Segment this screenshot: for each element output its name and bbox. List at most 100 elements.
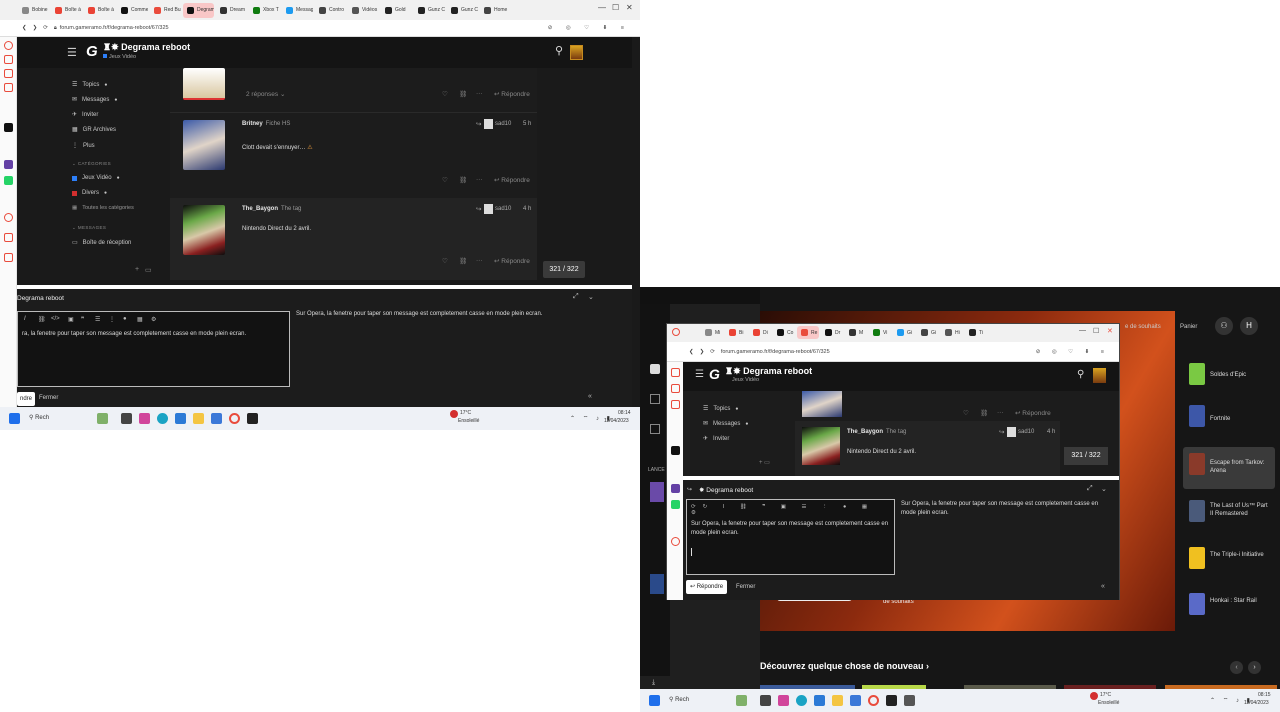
widgets-icon[interactable] — [736, 695, 747, 706]
prev-arrow-icon[interactable]: ‹ — [1230, 661, 1243, 674]
taskview-icon[interactable] — [121, 413, 132, 424]
collapse-icon[interactable]: ⌄ — [588, 293, 594, 301]
windows-start-icon[interactable] — [649, 695, 660, 706]
post-avatar[interactable] — [183, 205, 225, 255]
browser-tab[interactable]: Contro — [315, 3, 346, 18]
copilot-icon[interactable] — [139, 413, 150, 424]
browser-tab[interactable]: Di — [749, 326, 771, 339]
post-author[interactable]: Britney Fiche HS — [242, 121, 290, 127]
history-icon[interactable] — [4, 83, 13, 92]
back-icon[interactable]: ❮ — [689, 349, 694, 355]
reaction-user[interactable]: sad10 — [1018, 429, 1034, 435]
friends-icon[interactable]: ⚇ — [1215, 317, 1233, 335]
messages-header[interactable]: ⌄ MESSAGES — [72, 225, 106, 231]
close-editor-button[interactable]: Fermer — [39, 395, 58, 401]
avatar[interactable] — [1093, 368, 1106, 383]
sidebar-item-all[interactable]: ▦ Toutes les catégories — [72, 205, 134, 211]
taskbar-search[interactable]: ⚲ Rech — [29, 414, 49, 421]
maximize-icon[interactable]: ☐ — [612, 3, 619, 12]
reply-button[interactable]: ↩ Répondre — [494, 90, 530, 98]
taskbar-search[interactable]: ⚲ Rech — [669, 696, 689, 703]
windows-start-icon[interactable] — [9, 413, 20, 424]
category-label[interactable]: Jeux Vidéo — [103, 54, 136, 60]
game-thumb[interactable] — [1189, 363, 1205, 385]
reaction-avatar[interactable] — [1007, 427, 1016, 437]
link-icon[interactable]: ⛓ — [459, 176, 467, 184]
fullscreen-icon[interactable]: ⤢ — [573, 293, 579, 301]
game-thumb[interactable] — [1189, 405, 1205, 427]
like-icon[interactable]: ♡ — [442, 176, 448, 184]
reaction-user[interactable]: sad10 — [495, 121, 511, 127]
browser-tab[interactable]: Gi — [893, 326, 915, 339]
next-arrow-icon[interactable]: › — [1248, 661, 1261, 674]
app-icon[interactable] — [671, 446, 680, 455]
opera-icon[interactable] — [229, 413, 240, 424]
bookmark-icon[interactable] — [4, 69, 13, 78]
history-icon[interactable] — [671, 400, 680, 409]
submit-reply-button[interactable]: ndre — [17, 392, 36, 406]
image-icon[interactable]: ▣ — [68, 316, 74, 323]
more-options-icon[interactable]: ··· — [476, 176, 483, 183]
more-options-icon[interactable]: ··· — [476, 257, 483, 264]
link-icon[interactable]: ⛓ — [459, 257, 467, 265]
discover-heading[interactable]: Découvrez quelque chose de nouveau › — [760, 661, 929, 671]
like-icon[interactable]: ♡ — [963, 409, 969, 417]
menu-icon[interactable]: ☰ — [67, 46, 77, 59]
menu-icon[interactable]: ☰ — [695, 369, 704, 380]
library-icon[interactable] — [650, 394, 660, 404]
game-item[interactable]: Soldes d'Epic — [1210, 371, 1246, 379]
close-icon[interactable]: ✕ — [1107, 327, 1113, 335]
twitch-icon[interactable] — [671, 484, 680, 493]
sidebar-item-messages[interactable]: ✉ Messages ● — [72, 96, 117, 104]
like-icon[interactable]: ♡ — [442, 257, 448, 265]
whatsapp-icon[interactable] — [4, 176, 13, 185]
download-icon[interactable]: ⤓ — [652, 679, 655, 687]
store-icon[interactable] — [211, 413, 222, 424]
epic-icon[interactable] — [247, 413, 258, 424]
game-thumb[interactable] — [650, 574, 664, 594]
minimize-editor-icon[interactable]: « — [1101, 583, 1105, 590]
browser-tab[interactable]: Red Bu — [150, 3, 181, 18]
share-icon[interactable]: ↪ — [476, 120, 481, 128]
toolbar-icons[interactable]: ⊘ ◎ ♡ ⬇ ≡ — [1036, 349, 1109, 355]
copilot-icon[interactable] — [778, 695, 789, 706]
forward-icon[interactable]: ❯ — [33, 25, 38, 31]
browser-tab[interactable]: Gunz C — [414, 3, 445, 18]
unreal-icon[interactable] — [650, 424, 660, 434]
browser-tab[interactable]: Vidéos — [348, 3, 379, 18]
game-thumb[interactable] — [1189, 453, 1205, 475]
reaction-avatar[interactable] — [484, 119, 493, 129]
browser-tab[interactable]: Bobine — [18, 3, 49, 18]
post-avatar[interactable] — [183, 120, 225, 170]
toolbar-icons[interactable]: ⊘ ◎ ♡ ⬇ ≡ — [548, 25, 630, 31]
browser-tab[interactable]: Degrama — [183, 2, 214, 18]
gameramo-logo-icon[interactable]: G — [709, 366, 720, 382]
more-icon[interactable] — [4, 253, 13, 262]
search-icon[interactable]: ⚲ — [1077, 369, 1084, 380]
editor-textarea[interactable]: ⟳↻ I ⛓ ❞ ▣ ☰ ⋮ ● ▦ ⚙ Sur Opera, la fenet… — [686, 499, 895, 575]
browser-tab[interactable]: Hi — [941, 326, 963, 339]
sidebar-item-jeux[interactable]: Jeux Vidéo ● — [72, 175, 120, 181]
browser-tab[interactable]: M — [845, 326, 867, 339]
search-icon[interactable]: ⚲ — [555, 44, 563, 57]
fullscreen-icon[interactable]: ⤢ — [1087, 485, 1093, 493]
whatsapp-icon[interactable] — [671, 500, 680, 509]
game-thumb[interactable] — [650, 482, 664, 502]
opera-logo-icon[interactable] — [4, 41, 13, 50]
editor-textarea[interactable]: I ⛓ </> ▣ ❞ ☰ ⋮ ● ▦ ⚙ ra, la fenetre pou… — [17, 311, 290, 387]
ordered-list-icon[interactable]: ⋮ — [109, 316, 115, 323]
list-icon[interactable]: ☰ — [95, 316, 100, 323]
browser-tab[interactable]: Home — [480, 3, 511, 18]
post-avatar[interactable] — [802, 391, 842, 417]
browser-tab[interactable]: Bi — [725, 326, 747, 339]
game-thumb[interactable] — [1189, 593, 1205, 615]
page-counter[interactable]: 321 / 322 — [543, 261, 585, 278]
sidebar-item-invite[interactable]: ✈ Inviter — [703, 435, 729, 443]
add-icon[interactable]: + ▭ — [759, 459, 770, 466]
bookmark-icon[interactable] — [671, 384, 680, 393]
link-icon[interactable]: ⛓ — [459, 90, 467, 98]
post-author[interactable]: The_Baygon The tag — [847, 429, 906, 435]
home-icon[interactable] — [4, 55, 13, 64]
browser-tab[interactable]: Boîte à — [51, 3, 82, 18]
wishlist-link[interactable]: e de souhaits — [1125, 324, 1161, 330]
